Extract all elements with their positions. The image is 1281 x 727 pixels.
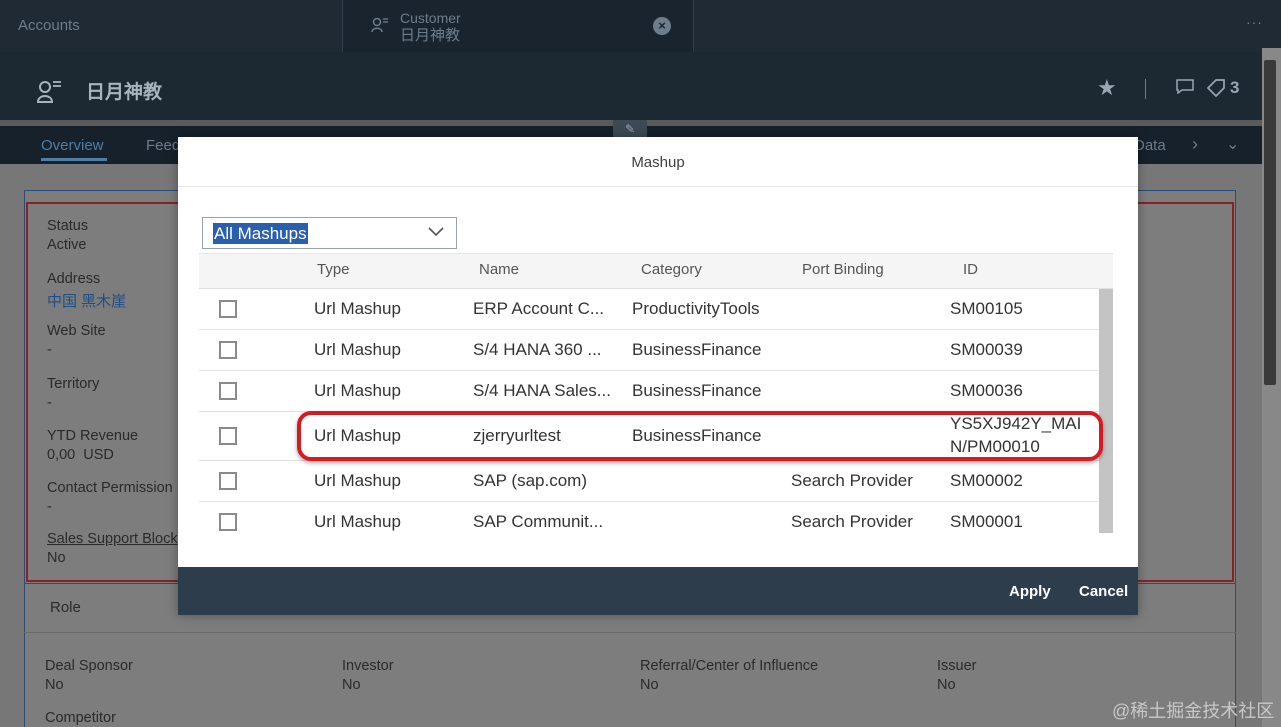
tab-feed[interactable]: Feed xyxy=(146,137,180,154)
row-checkbox[interactable] xyxy=(219,472,237,490)
cell-id: SM00036 xyxy=(950,381,1023,400)
page-title: 日月神教 xyxy=(86,82,163,103)
table-scrollbar-thumb[interactable] xyxy=(1099,289,1113,533)
role-value-issuer: No xyxy=(937,677,956,693)
role-label-referral: Referral/Center of Influence xyxy=(640,658,819,674)
cell-category: BusinessFinance xyxy=(632,340,762,359)
role-label-issuer: Issuer xyxy=(937,658,977,674)
contact-permission-label: Contact Permission xyxy=(47,480,173,496)
cell-id: SM00039 xyxy=(950,340,1023,359)
cell-type: Url Mashup xyxy=(314,381,401,400)
mashup-filter-dropdown[interactable]: All Mashups xyxy=(202,217,457,249)
tag-icon[interactable] xyxy=(1206,78,1226,98)
ytd-revenue-label: YTD Revenue xyxy=(47,428,139,444)
close-tab-icon[interactable]: × xyxy=(653,17,671,35)
row-checkbox[interactable] xyxy=(219,427,237,445)
role-label-deal-sponsor: Deal Sponsor xyxy=(45,658,133,674)
status-value: Active xyxy=(47,237,87,253)
active-tab-indicator xyxy=(41,158,107,161)
apply-button[interactable]: Apply xyxy=(1009,583,1051,600)
cell-category: BusinessFinance xyxy=(632,381,762,400)
customer-icon xyxy=(36,81,61,103)
dropdown-selected-value: All Mashups xyxy=(213,223,308,244)
column-header-type[interactable]: Type xyxy=(317,261,350,278)
annotation-highlight xyxy=(297,411,1103,461)
favorite-star-icon[interactable]: ★ xyxy=(1097,75,1117,101)
divider xyxy=(24,632,1236,633)
role-label-competitor: Competitor xyxy=(45,710,116,726)
cell-name: S/4 HANA Sales... xyxy=(473,381,611,400)
dialog-title: Mashup xyxy=(178,137,1138,187)
row-checkbox[interactable] xyxy=(219,382,237,400)
tag-count: 3 xyxy=(1230,78,1240,97)
cell-type: Url Mashup xyxy=(314,471,401,490)
cancel-button[interactable]: Cancel xyxy=(1079,583,1128,600)
cell-port-binding: Search Provider xyxy=(791,471,913,490)
table-row[interactable]: Url Mashup SAP Communit... Search Provid… xyxy=(199,502,1099,543)
row-checkbox[interactable] xyxy=(219,513,237,531)
role-value-investor: No xyxy=(342,677,361,693)
object-header xyxy=(0,52,1281,120)
cell-name: ERP Account C... xyxy=(473,299,605,318)
mashup-dialog: Mashup All Mashups Type Name Category Po… xyxy=(178,137,1138,615)
chevron-right-icon[interactable]: › xyxy=(1192,134,1198,155)
tab-data[interactable]: Data xyxy=(1134,137,1166,154)
column-header-port-binding[interactable]: Port Binding xyxy=(802,261,884,278)
cell-type: Url Mashup xyxy=(314,299,401,318)
watermark: @稀土掘金技术社区 xyxy=(1112,701,1275,721)
tab-customer-name: 日月神教 xyxy=(400,27,461,44)
address-link[interactable]: 中国 黑木崖 xyxy=(47,290,126,311)
sales-support-block-value: No xyxy=(47,550,66,566)
role-label-investor: Investor xyxy=(342,658,394,674)
customer-icon xyxy=(371,17,388,33)
row-checkbox[interactable] xyxy=(219,300,237,318)
table-row[interactable]: Url Mashup SAP (sap.com) Search Provider… xyxy=(199,461,1099,502)
territory-value: - xyxy=(47,395,52,411)
cell-name: S/4 HANA 360 ... xyxy=(473,340,602,359)
chevron-down-icon[interactable]: ⌄ xyxy=(1226,134,1239,154)
row-checkbox[interactable] xyxy=(219,341,237,359)
table-row[interactable]: Url Mashup S/4 HANA Sales... BusinessFin… xyxy=(199,371,1099,412)
page-scrollbar-thumb[interactable] xyxy=(1264,60,1276,385)
tab-overview[interactable]: Overview xyxy=(41,137,104,154)
website-label: Web Site xyxy=(47,323,106,339)
territory-label: Territory xyxy=(47,376,100,392)
cell-name: SAP Communit... xyxy=(473,512,604,531)
tab-customer[interactable]: Customer 日月神教 × xyxy=(342,0,694,52)
cell-name: SAP (sap.com) xyxy=(473,471,588,490)
sales-support-block-label[interactable]: Sales Support Block xyxy=(47,531,178,547)
column-header-name[interactable]: Name xyxy=(479,261,519,278)
cell-id: SM00001 xyxy=(950,512,1023,531)
divider xyxy=(1145,79,1146,99)
column-header-category[interactable]: Category xyxy=(641,261,702,278)
overflow-menu-icon[interactable]: ··· xyxy=(1246,14,1263,30)
role-value-referral: No xyxy=(640,677,659,693)
chevron-down-icon xyxy=(428,227,444,237)
address-label: Address xyxy=(47,271,101,287)
cell-id: SM00002 xyxy=(950,471,1023,490)
cell-port-binding: Search Provider xyxy=(791,512,913,531)
table-row[interactable]: Url Mashup ERP Account C... Productivity… xyxy=(199,289,1099,330)
dialog-footer: Apply Cancel xyxy=(178,567,1138,615)
column-header-id[interactable]: ID xyxy=(963,261,978,278)
cell-type: Url Mashup xyxy=(314,512,401,531)
role-title: Role xyxy=(50,599,81,616)
cell-id: SM00105 xyxy=(950,299,1023,318)
contact-permission-value: - xyxy=(47,499,52,515)
role-value-deal-sponsor: No xyxy=(45,677,64,693)
ytd-revenue-value: 0,00 USD xyxy=(47,447,114,463)
edit-pencil-icon[interactable]: ✎ xyxy=(613,120,647,138)
chat-icon[interactable] xyxy=(1176,79,1194,94)
cell-category: ProductivityTools xyxy=(632,299,760,318)
cell-type: Url Mashup xyxy=(314,340,401,359)
status-label: Status xyxy=(47,218,89,234)
table-row[interactable]: Url Mashup S/4 HANA 360 ... BusinessFina… xyxy=(199,330,1099,371)
website-value: - xyxy=(47,342,52,358)
tab-accounts[interactable]: Accounts xyxy=(18,17,80,34)
